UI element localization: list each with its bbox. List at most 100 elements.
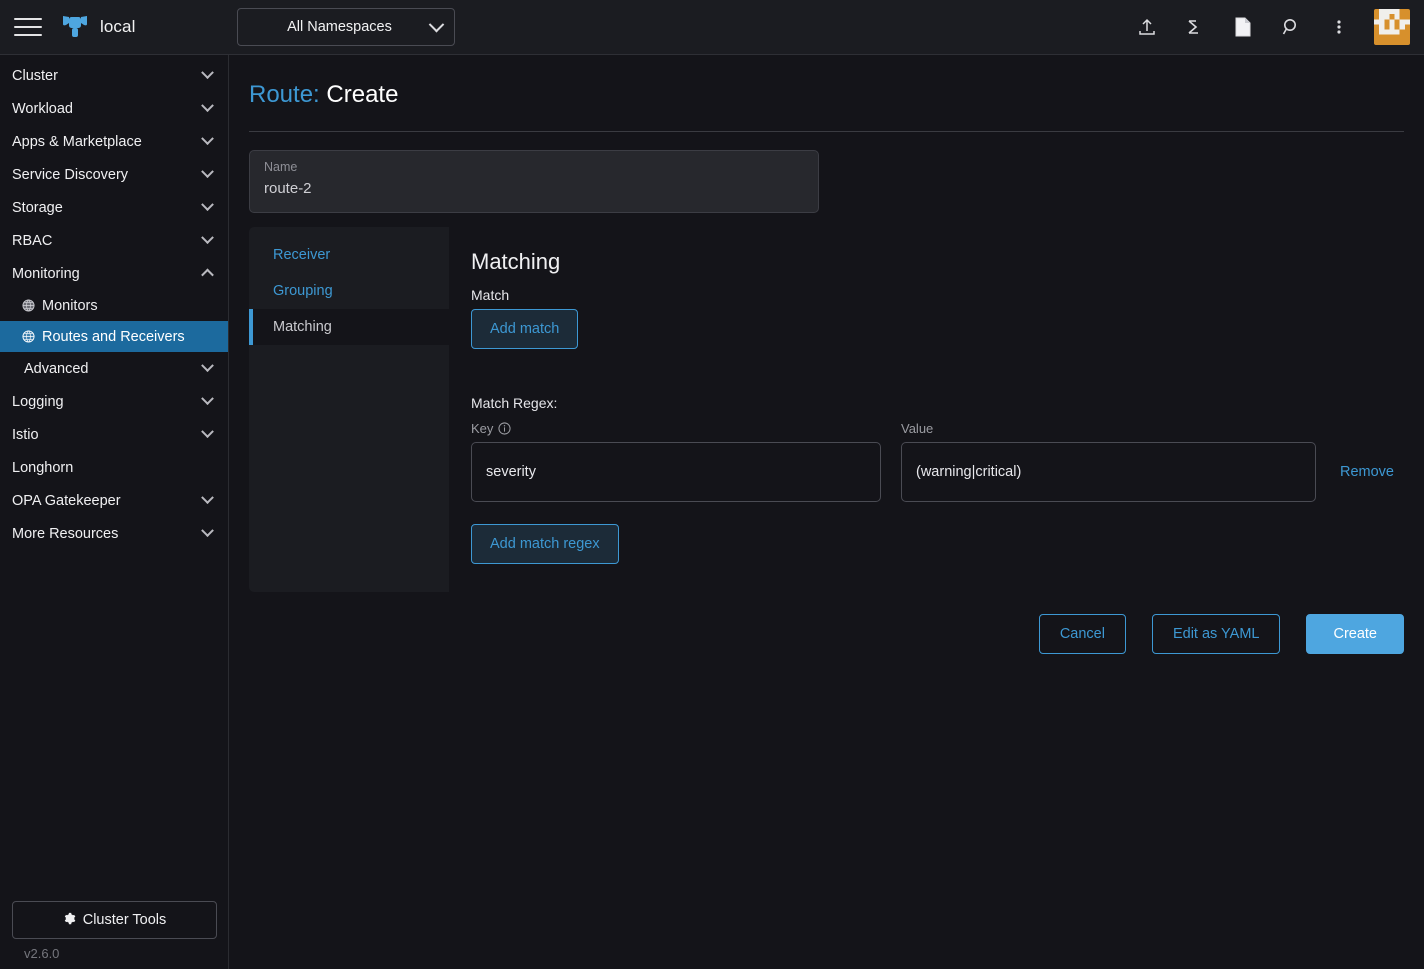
docs-icon[interactable] <box>1230 14 1256 40</box>
sidebar-item-monitors[interactable]: Monitors <box>0 290 228 321</box>
form-actions: Cancel Edit as YAML Create <box>249 592 1404 654</box>
chevron-down-icon <box>201 231 214 245</box>
chevron-down-icon <box>201 66 214 80</box>
chevron-down-icon <box>201 165 214 179</box>
match-regex-title: Match Regex: <box>471 395 558 411</box>
sidebar-group-apps-marketplace[interactable]: Apps & Marketplace <box>0 125 228 158</box>
version-label: v2.6.0 <box>24 946 60 961</box>
sidebar-group-label: Service Discovery <box>12 166 129 183</box>
sidebar-group-monitoring[interactable]: Monitoring <box>0 257 228 290</box>
chevron-down-icon <box>201 524 214 538</box>
match-regex-value-input[interactable]: (warning|critical) <box>901 442 1316 502</box>
match-regex-headers: Key Value <box>471 421 1394 436</box>
sidebar-group-cluster[interactable]: Cluster <box>0 59 228 92</box>
chevron-down-icon <box>201 491 214 505</box>
sidebar-group-more-resources[interactable]: More Resources <box>0 517 228 550</box>
rancher-logo-icon[interactable] <box>60 13 90 41</box>
sidebar-item-routes-and-receivers[interactable]: Routes and Receivers <box>0 321 228 352</box>
tab-label: Matching <box>273 319 332 335</box>
sidebar-group-workload[interactable]: Workload <box>0 92 228 125</box>
sidebar-group-label: Advanced <box>24 360 89 377</box>
overflow-menu-icon[interactable] <box>1326 14 1352 40</box>
kubectl-shell-icon[interactable] <box>1182 14 1208 40</box>
sidebar-group-label: Apps & Marketplace <box>12 133 142 150</box>
chevron-down-icon <box>201 425 214 439</box>
info-icon[interactable] <box>498 422 511 435</box>
chevron-down-icon <box>428 16 445 32</box>
sidebar-group-label: Logging <box>12 393 64 410</box>
body: Cluster Workload Apps & Marketplace Serv… <box>0 55 1424 969</box>
add-match-button[interactable]: Add match <box>471 309 579 349</box>
sidebar-group-label: More Resources <box>12 525 119 542</box>
tab-grouping[interactable]: Grouping <box>249 273 449 309</box>
sidebar-group-rbac[interactable]: RBAC <box>0 224 228 257</box>
header-actions <box>1134 9 1424 45</box>
sidebar: Cluster Workload Apps & Marketplace Serv… <box>0 55 229 969</box>
sidebar-item-label: Monitors <box>42 297 98 314</box>
sidebar-group-label: Workload <box>12 100 73 117</box>
sidebar-group-label: Cluster <box>12 67 58 84</box>
sidebar-group-label: Longhorn <box>12 459 74 476</box>
sidebar-group-label: Storage <box>12 199 63 216</box>
add-match-regex-button[interactable]: Add match regex <box>471 524 619 564</box>
top-header: local All Namespaces <box>0 0 1424 55</box>
tab-receiver[interactable]: Receiver <box>249 237 449 273</box>
sidebar-group-service-discovery[interactable]: Service Discovery <box>0 158 228 191</box>
name-input[interactable]: route-2 <box>264 180 804 197</box>
search-icon[interactable] <box>1278 14 1304 40</box>
create-button[interactable]: Create <box>1306 614 1404 654</box>
sidebar-group-label: RBAC <box>12 232 53 249</box>
chevron-down-icon <box>201 392 214 406</box>
name-field[interactable]: Name route-2 <box>249 150 819 213</box>
key-column-header: Key <box>471 421 881 436</box>
page-title: Route: Create <box>249 55 1404 131</box>
sidebar-item-label: Routes and Receivers <box>42 328 185 345</box>
sidebar-group-longhorn[interactable]: Longhorn <box>0 451 228 484</box>
hamburger-menu-icon[interactable] <box>14 16 42 38</box>
sidebar-group-label: Monitoring <box>12 265 80 282</box>
page-title-resource: Route: <box>249 81 320 108</box>
globe-icon <box>22 299 35 312</box>
chevron-down-icon <box>201 99 214 113</box>
cancel-button[interactable]: Cancel <box>1038 614 1126 654</box>
tabs-shell: Receiver Grouping Matching Matching Matc… <box>249 227 1418 592</box>
key-header-label: Key <box>471 421 494 436</box>
cluster-tools-container: Cluster Tools v2.6.0 <box>0 901 228 969</box>
import-yaml-icon[interactable] <box>1134 14 1160 40</box>
title-divider <box>249 131 1404 132</box>
value-column-header: Value <box>901 421 934 436</box>
sidebar-group-storage[interactable]: Storage <box>0 191 228 224</box>
sidebar-group-logging[interactable]: Logging <box>0 385 228 418</box>
sidebar-group-label: Istio <box>12 426 39 443</box>
main-content: Route: Create Name route-2 Receiver Grou… <box>229 55 1424 969</box>
tab-label: Receiver <box>273 247 331 263</box>
sidebar-group-advanced[interactable]: Advanced <box>0 352 228 385</box>
name-field-label: Name <box>264 160 298 174</box>
add-match-regex-container: Add match regex <box>471 524 1394 564</box>
header-left: local <box>0 0 232 54</box>
cluster-tools-label: Cluster Tools <box>82 912 167 928</box>
namespace-selector-value: All Namespaces <box>287 19 392 35</box>
page-title-action: Create <box>326 81 399 108</box>
chevron-down-icon <box>201 198 214 212</box>
sidebar-nav: Cluster Workload Apps & Marketplace Serv… <box>0 59 228 901</box>
chevron-down-icon <box>201 359 214 373</box>
match-regex-key-input[interactable]: severity <box>471 442 881 502</box>
edit-as-yaml-button[interactable]: Edit as YAML <box>1151 614 1281 654</box>
globe-icon <box>22 330 35 343</box>
cluster-tools-button[interactable]: Cluster Tools <box>12 901 217 939</box>
chevron-down-icon <box>201 132 214 146</box>
gear-icon <box>63 912 76 929</box>
match-regex-row: severity (warning|critical) Remove <box>471 442 1394 502</box>
sidebar-group-label: OPA Gatekeeper <box>12 492 121 509</box>
namespace-selector[interactable]: All Namespaces <box>237 8 455 46</box>
chevron-up-icon <box>201 268 214 282</box>
remove-match-regex-button[interactable]: Remove <box>1340 464 1394 480</box>
sidebar-group-opa-gatekeeper[interactable]: OPA Gatekeeper <box>0 484 228 517</box>
app-root: local All Namespaces Cluster Workload Ap… <box>0 0 1424 969</box>
tab-matching[interactable]: Matching <box>249 309 449 345</box>
sidebar-group-istio[interactable]: Istio <box>0 418 228 451</box>
cluster-name-label: local <box>100 17 136 36</box>
avatar[interactable] <box>1374 9 1410 45</box>
match-label: Match <box>471 287 510 303</box>
